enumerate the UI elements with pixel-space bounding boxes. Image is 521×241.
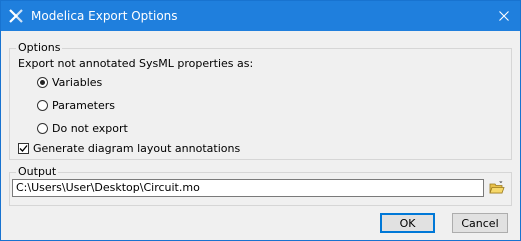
- close-button[interactable]: [488, 1, 520, 31]
- title-bar: Modelica Export Options: [1, 1, 520, 31]
- radio-button[interactable]: [37, 122, 48, 134]
- radio-button[interactable]: [37, 99, 48, 111]
- output-group-title: Output: [16, 165, 59, 179]
- cancel-button[interactable]: Cancel: [452, 213, 508, 233]
- radio-variables[interactable]: Variables: [37, 74, 102, 90]
- output-path-field[interactable]: C:\Users\User\Desktop\Circuit.mo: [12, 179, 484, 197]
- radio-do-not-export[interactable]: Do not export: [37, 120, 128, 136]
- generate-layout-checkbox-row[interactable]: Generate diagram layout annotations: [18, 140, 240, 156]
- modelica-app-icon: [8, 8, 24, 24]
- generate-layout-checkbox[interactable]: [18, 142, 29, 154]
- export-prompt-label: Export not annotated SysML properties as…: [18, 57, 254, 70]
- radio-do-not-export-label: Do not export: [52, 121, 128, 135]
- radio-variables-label: Variables: [52, 75, 103, 89]
- options-group-title: Options: [16, 41, 63, 55]
- radio-parameters[interactable]: Parameters: [37, 97, 115, 113]
- generate-layout-label: Generate diagram layout annotations: [33, 141, 241, 155]
- browse-folder-button[interactable]: [489, 180, 505, 196]
- radio-button-checked[interactable]: [37, 76, 48, 88]
- ok-button[interactable]: OK: [380, 213, 435, 233]
- export-options-dialog: Modelica Export Options Options Export n…: [0, 0, 521, 241]
- folder-open-icon: [489, 181, 505, 194]
- window-title: Modelica Export Options: [31, 9, 178, 23]
- radio-parameters-label: Parameters: [52, 98, 115, 112]
- checkmark-icon: [19, 144, 28, 152]
- close-icon: [499, 11, 509, 21]
